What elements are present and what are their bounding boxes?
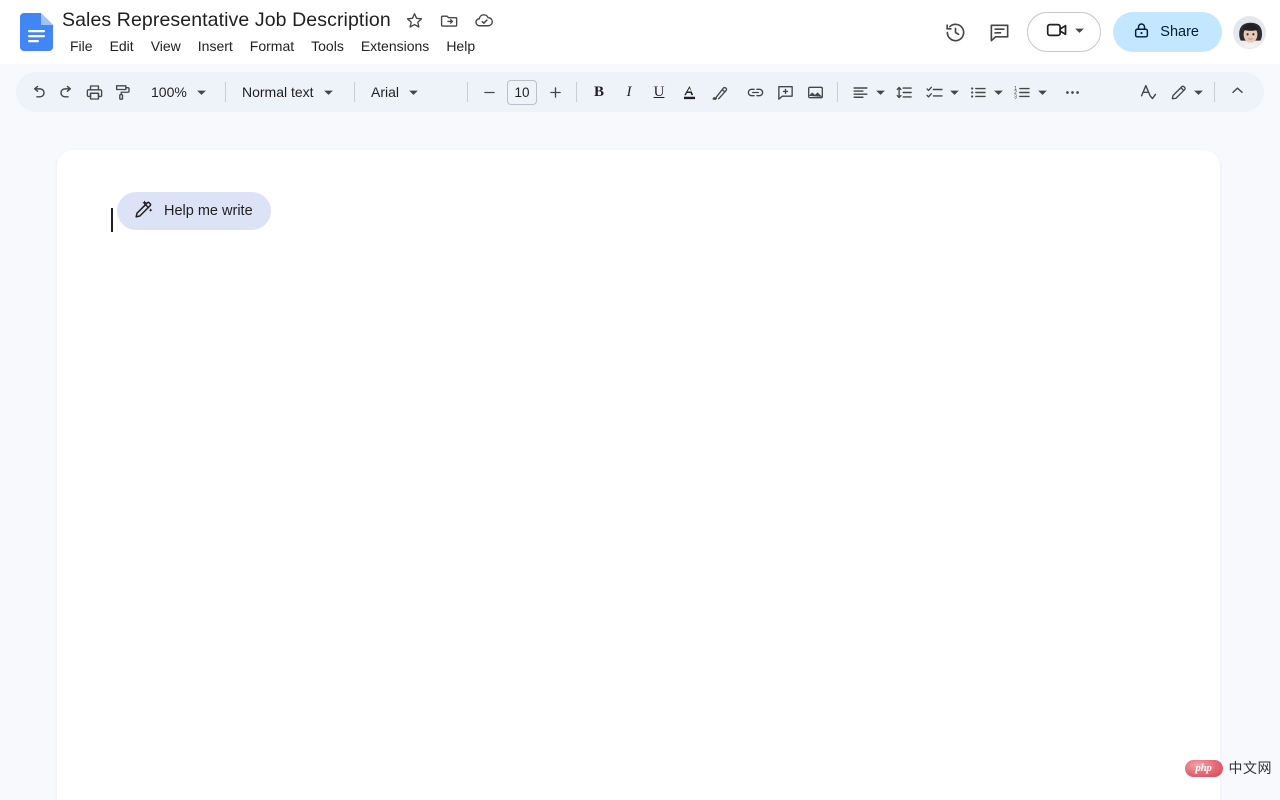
version-history-icon[interactable]: [935, 12, 975, 52]
divider: [576, 82, 577, 102]
font-family-value: Arial: [371, 84, 400, 100]
document-canvas[interactable]: Help me write php 中文网: [0, 120, 1280, 800]
checklist-dropdown[interactable]: [919, 78, 963, 106]
divider: [837, 82, 838, 102]
print-icon[interactable]: [80, 78, 108, 106]
spellcheck-icon[interactable]: [1133, 78, 1163, 106]
paint-format-icon[interactable]: [108, 78, 136, 106]
checklist-icon: [922, 83, 947, 102]
watermark: php 中文网: [1184, 758, 1273, 778]
numbered-list-icon: 1 2 3: [1010, 83, 1035, 102]
formatting-toolbar: 100% Normal text Arial B I U: [16, 72, 1264, 112]
divider: [225, 82, 226, 102]
divider: [1214, 82, 1215, 102]
comment-icon[interactable]: [979, 12, 1019, 52]
chevron-down-icon: [1074, 23, 1085, 41]
divider: [467, 82, 468, 102]
bold-button[interactable]: B: [584, 78, 614, 106]
google-docs-icon[interactable]: [20, 13, 53, 51]
paragraph-style-dropdown[interactable]: Normal text: [233, 78, 347, 106]
php-logo: php: [1184, 759, 1223, 777]
insert-link-icon[interactable]: [740, 78, 770, 106]
chevron-down-icon: [1037, 87, 1048, 98]
increase-font-size-button[interactable]: [541, 78, 569, 106]
line-spacing-icon[interactable]: [889, 78, 919, 106]
undo-icon[interactable]: [24, 78, 52, 106]
document-page[interactable]: Help me write: [57, 150, 1220, 800]
page-title[interactable]: Sales Representative Job Description: [62, 9, 391, 32]
paragraph-style-value: Normal text: [242, 84, 314, 100]
share-button-label: Share: [1160, 24, 1199, 40]
pencil-edit-icon: [1166, 83, 1191, 102]
menu-edit[interactable]: Edit: [102, 36, 142, 56]
more-options-icon[interactable]: [1057, 78, 1087, 106]
align-left-icon: [848, 83, 873, 102]
italic-button[interactable]: I: [614, 78, 644, 106]
chevron-up-icon: [1229, 82, 1246, 102]
font-size-input[interactable]: [507, 79, 537, 105]
chevron-down-icon: [993, 87, 1004, 98]
zoom-level-dropdown[interactable]: 100%: [142, 78, 218, 106]
chevron-down-icon: [949, 87, 960, 98]
collapse-toolbar-button[interactable]: [1222, 78, 1252, 106]
watermark-text: 中文网: [1228, 761, 1272, 777]
user-avatar[interactable]: [1233, 15, 1266, 49]
align-dropdown[interactable]: [845, 78, 889, 106]
add-comment-icon[interactable]: [770, 78, 800, 106]
svg-text:3: 3: [1014, 94, 1017, 100]
app-header: Sales Representative Job Description Fil…: [0, 0, 1280, 64]
bulleted-list-dropdown[interactable]: [963, 78, 1007, 106]
magic-pencil-icon: [133, 199, 154, 223]
numbered-list-dropdown[interactable]: 1 2 3: [1007, 78, 1051, 106]
zoom-level-value: 100%: [151, 84, 187, 100]
chevron-down-icon: [1193, 87, 1204, 98]
star-icon[interactable]: [404, 9, 426, 31]
lock-icon: [1132, 21, 1151, 44]
font-family-dropdown[interactable]: Arial: [362, 78, 460, 106]
menu-extensions[interactable]: Extensions: [353, 36, 437, 56]
help-me-write-label: Help me write: [164, 203, 253, 219]
font-size-stepper: [475, 78, 569, 106]
text-cursor: [111, 208, 113, 232]
italic-label: I: [626, 83, 632, 100]
menu-insert[interactable]: Insert: [190, 36, 241, 56]
chevron-down-icon: [408, 87, 419, 98]
video-camera-icon: [1045, 18, 1069, 47]
insert-image-icon[interactable]: [800, 78, 830, 106]
cloud-saved-icon[interactable]: [474, 9, 496, 31]
move-to-folder-icon[interactable]: [439, 9, 461, 31]
help-me-write-button[interactable]: Help me write: [117, 192, 271, 230]
title-row: Sales Representative Job Description: [62, 6, 496, 34]
highlight-icon[interactable]: [704, 78, 734, 106]
text-color-icon[interactable]: [674, 78, 704, 106]
underline-label: U: [653, 83, 665, 100]
chevron-down-icon: [323, 87, 334, 98]
decrease-font-size-button[interactable]: [475, 78, 503, 106]
menu-view[interactable]: View: [143, 36, 189, 56]
divider: [354, 82, 355, 102]
share-button[interactable]: Share: [1113, 12, 1222, 52]
redo-icon[interactable]: [52, 78, 80, 106]
editing-mode-dropdown[interactable]: [1163, 78, 1207, 106]
menu-tools[interactable]: Tools: [303, 36, 352, 56]
bold-label: B: [593, 83, 604, 100]
chevron-down-icon: [875, 87, 886, 98]
menu-bar: File Edit View Insert Format Tools Exten…: [62, 34, 484, 58]
menu-help[interactable]: Help: [438, 36, 483, 56]
bulleted-list-icon: [966, 83, 991, 102]
join-meeting-button[interactable]: [1027, 12, 1102, 52]
underline-button[interactable]: U: [644, 78, 674, 106]
header-actions: Share: [935, 0, 1266, 64]
menu-file[interactable]: File: [62, 36, 101, 56]
chevron-down-icon: [196, 87, 207, 98]
menu-format[interactable]: Format: [242, 36, 302, 56]
